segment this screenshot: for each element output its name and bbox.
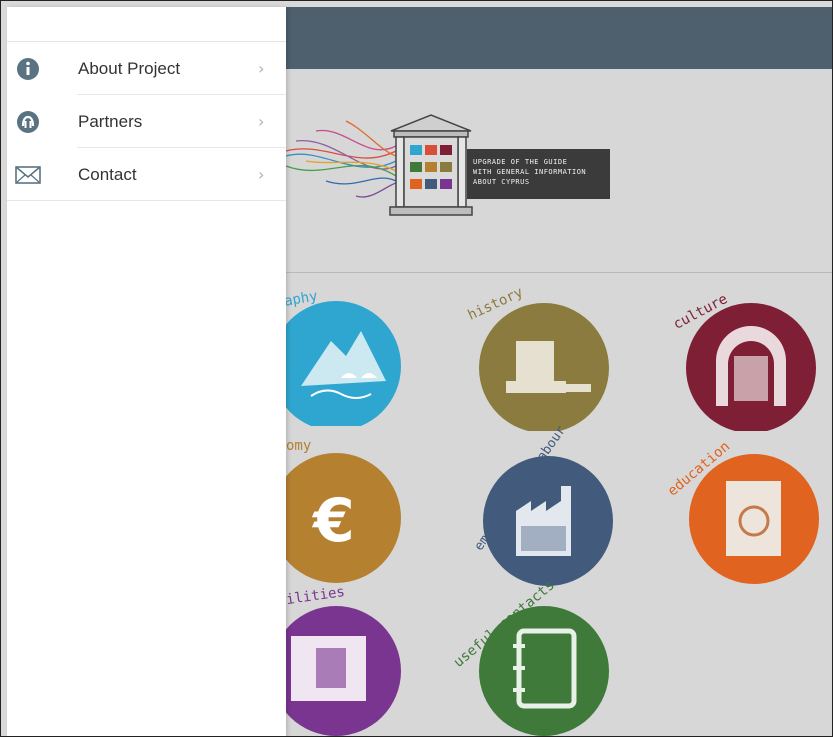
envelope-icon bbox=[15, 162, 41, 188]
menu-item-contact[interactable]: Contact › bbox=[7, 148, 286, 201]
menu-item-label: About Project bbox=[78, 58, 181, 78]
category-useful-contacts[interactable]: useful contacts bbox=[451, 577, 636, 736]
menu-item-label: Partners bbox=[78, 111, 143, 131]
menu-item-about-project[interactable]: About Project › bbox=[7, 42, 286, 95]
category-history[interactable]: history bbox=[465, 284, 616, 431]
facilities-icon bbox=[271, 606, 401, 736]
divider-line bbox=[286, 272, 832, 273]
chevron-right-icon: › bbox=[258, 112, 265, 131]
culture-icon bbox=[686, 303, 816, 431]
history-icon bbox=[479, 303, 609, 431]
tagline-line-1: UPGRADE OF THE GUIDE bbox=[473, 158, 568, 166]
tagline-line-2: WITH GENERAL INFORMATION bbox=[473, 168, 587, 176]
navigation-drawer: About Project › Partners › Contact › bbox=[7, 7, 286, 736]
category-economy[interactable]: omy € bbox=[271, 436, 411, 586]
factory-icon bbox=[483, 456, 613, 586]
svg-text:€: € bbox=[311, 486, 355, 556]
app-frame: UPGRADE OF THE GUIDE WITH GENERAL INFORM… bbox=[0, 0, 833, 737]
category-culture[interactable]: culture bbox=[671, 286, 826, 431]
drawer-header bbox=[7, 7, 286, 42]
category-education[interactable]: education bbox=[665, 431, 831, 591]
menu-item-label: Contact bbox=[78, 164, 137, 184]
category-facilities[interactable]: ilities bbox=[271, 584, 411, 736]
category-geography[interactable]: aphy bbox=[271, 286, 411, 426]
menu-item-partners[interactable]: Partners › bbox=[7, 95, 286, 148]
tagline-line-3: ABOUT CYPRUS bbox=[473, 178, 530, 186]
category-employment[interactable]: employment & labour bbox=[461, 423, 636, 591]
tagline-box: UPGRADE OF THE GUIDE WITH GENERAL INFORM… bbox=[467, 149, 610, 199]
chevron-right-icon: › bbox=[258, 59, 265, 78]
geography-icon bbox=[271, 301, 401, 426]
handshake-icon bbox=[15, 109, 41, 135]
euro-icon: € bbox=[271, 453, 401, 583]
book-icon bbox=[689, 454, 819, 584]
chevron-right-icon: › bbox=[258, 165, 265, 184]
info-icon bbox=[15, 56, 41, 82]
notebook-icon bbox=[479, 606, 609, 736]
menu-divider bbox=[7, 200, 286, 201]
top-bar bbox=[286, 7, 832, 69]
